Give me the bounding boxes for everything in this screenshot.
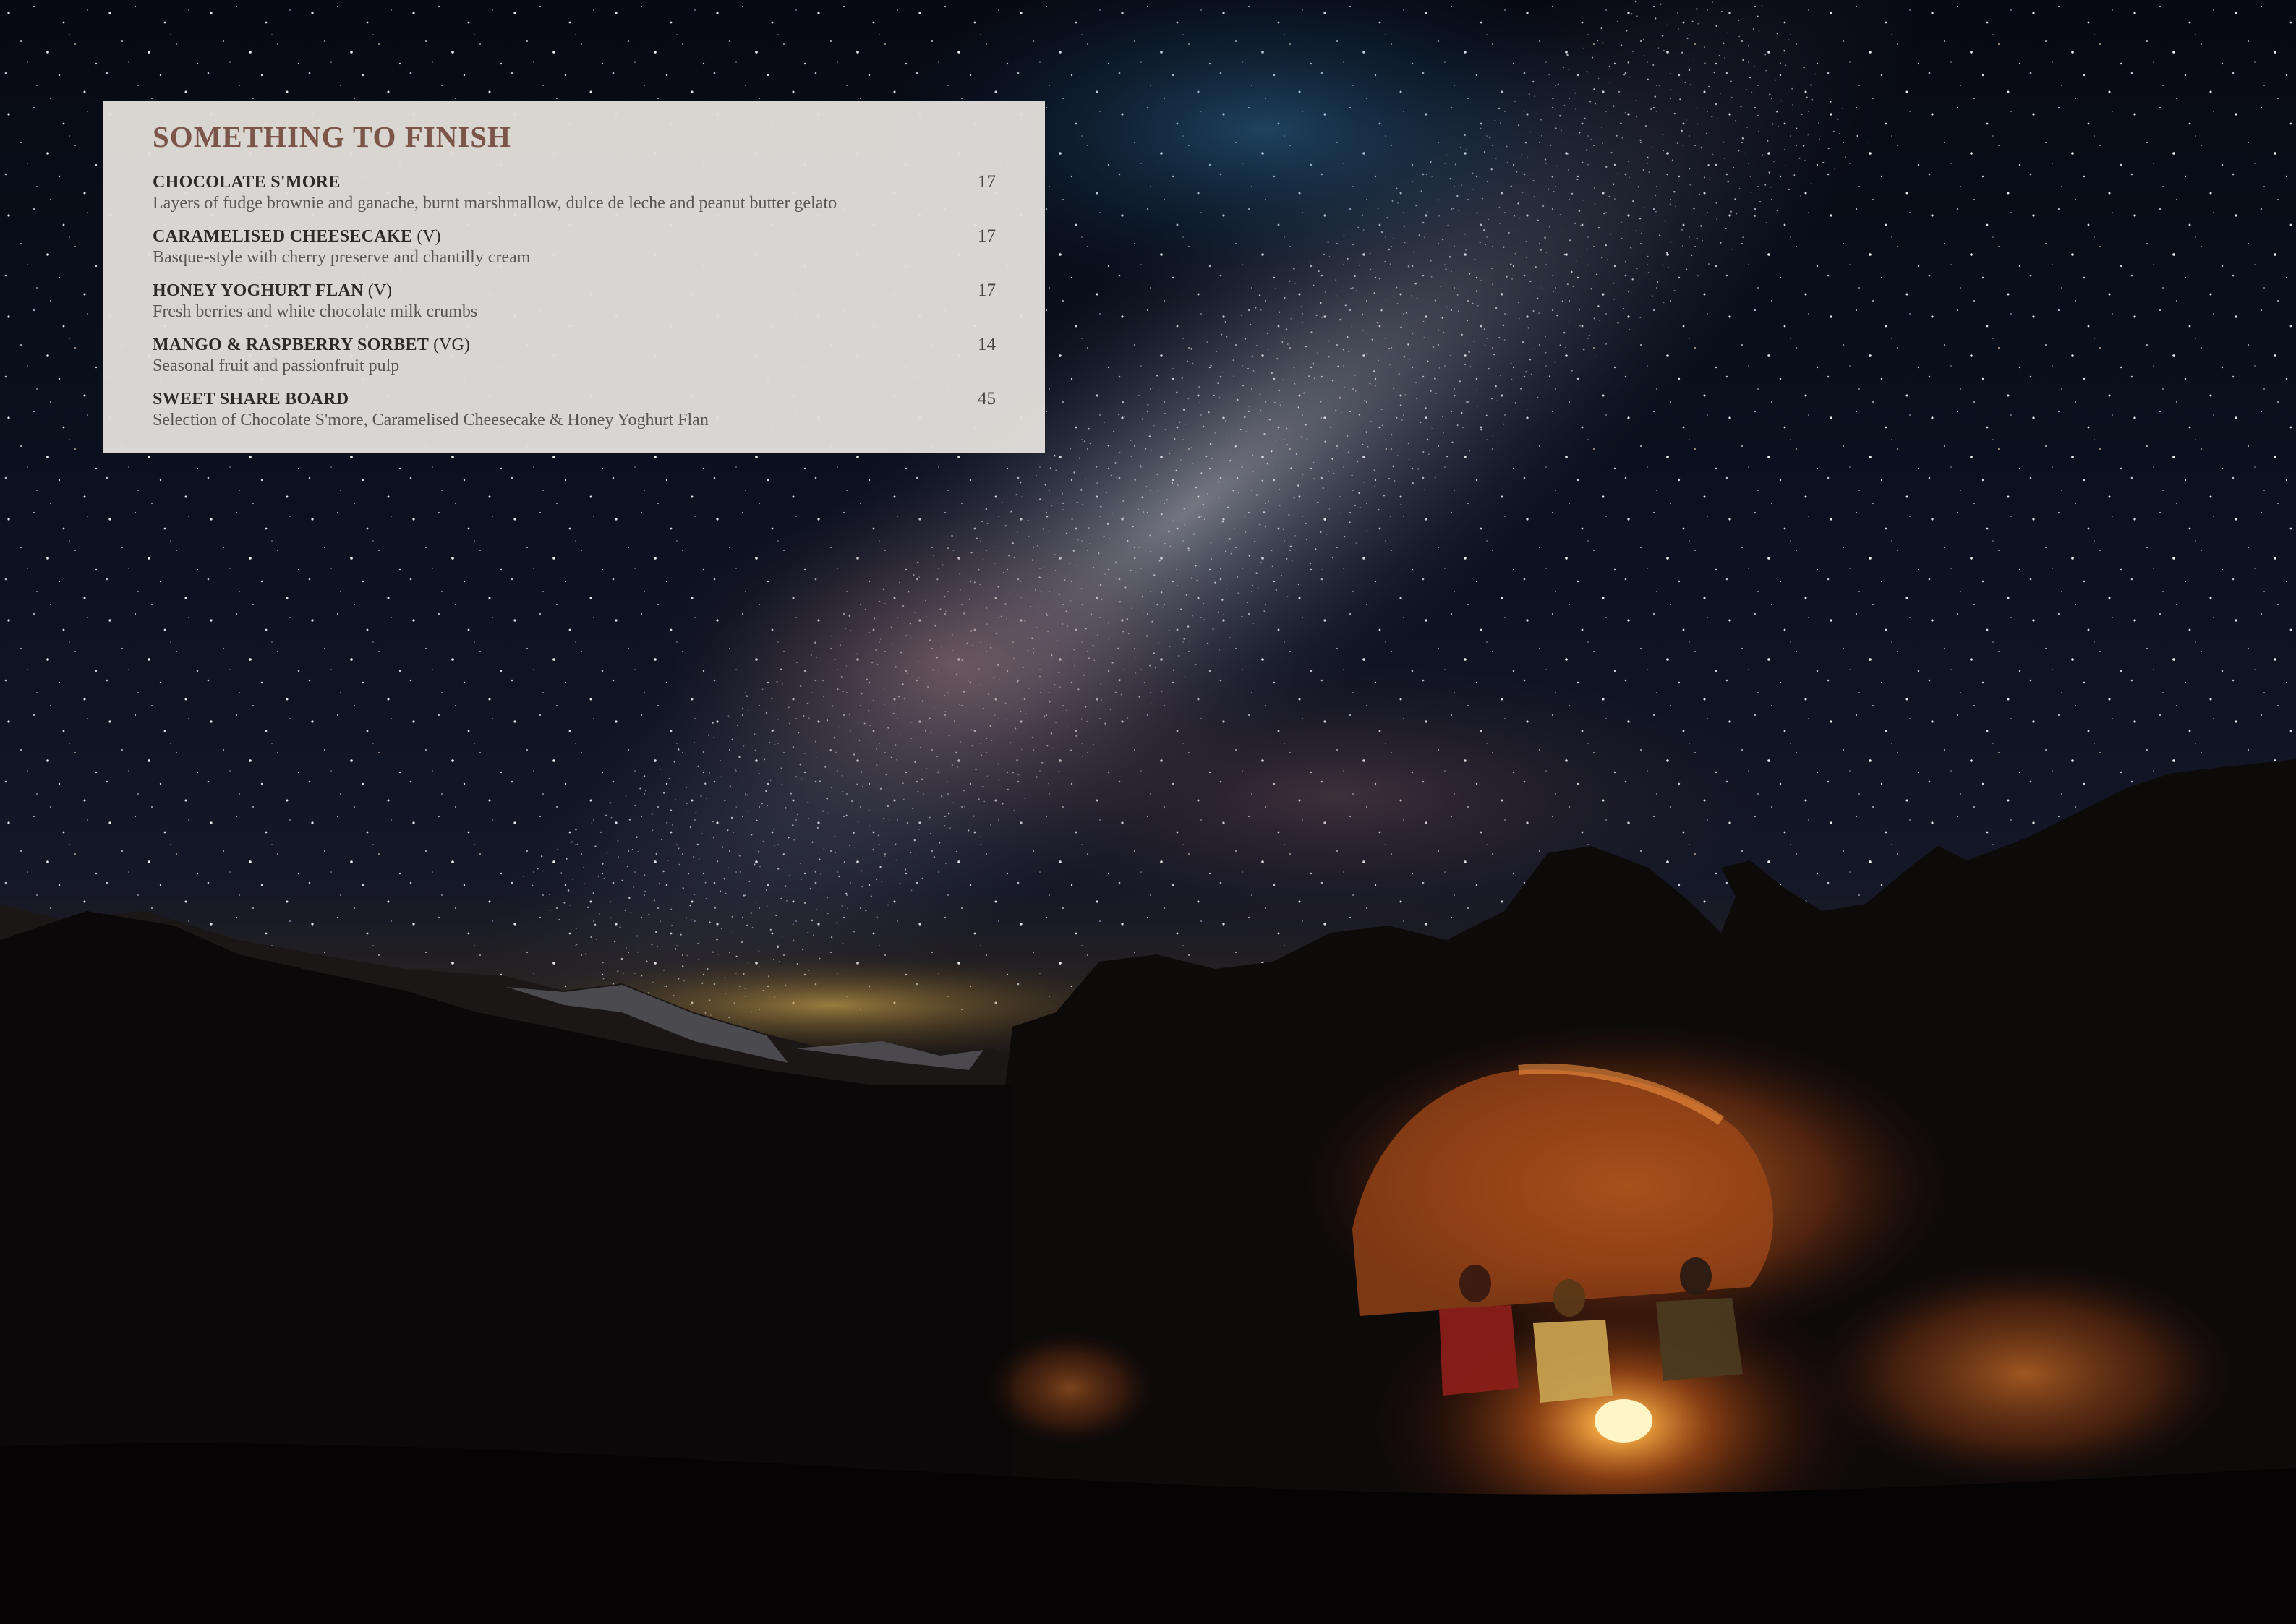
item-name: SWEET SHARE BOARD <box>153 390 349 409</box>
section-title: SOMETHING TO FINISH <box>153 120 511 153</box>
item-name: CHOCOLATE S'MORE <box>153 173 341 192</box>
item-price: 17 <box>978 226 996 246</box>
item-price: 14 <box>978 335 996 354</box>
item-dietary-tag: (V) <box>367 281 393 300</box>
item-name-line: HONEY YOGHURT FLAN (V) <box>153 280 996 302</box>
item-price: 45 <box>978 389 996 409</box>
item-dietary-tag: (VG) <box>433 336 470 354</box>
menu-item-chocolate-smore: CHOCOLATE S'MORE Layers of fudge brownie… <box>153 171 996 226</box>
item-description: Selection of Chocolate S'more, Caramelis… <box>153 411 709 429</box>
dessert-menu-panel: SOMETHING TO FINISH CHOCOLATE S'MORE Lay… <box>103 101 1045 453</box>
item-description: Layers of fudge brownie and ganache, bur… <box>153 194 837 213</box>
menu-item-honey-yoghurt-flan: HONEY YOGHURT FLAN (V) Fresh berries and … <box>153 280 996 334</box>
item-name: CARAMELISED CHEESECAKE <box>153 227 413 246</box>
item-name-line: CHOCOLATE S'MORE <box>153 171 996 193</box>
item-name: MANGO & RASPBERRY SORBET <box>153 336 430 354</box>
item-description: Basque-style with cherry preserve and ch… <box>153 248 531 267</box>
item-name-line: MANGO & RASPBERRY SORBET (VG) <box>153 334 996 356</box>
item-name-line: SWEET SHARE BOARD <box>153 388 996 410</box>
item-name: HONEY YOGHURT FLAN <box>153 281 364 300</box>
item-dietary-tag: (V) <box>417 227 441 246</box>
item-price: 17 <box>978 172 996 192</box>
item-description: Seasonal fruit and passionfruit pulp <box>153 356 400 375</box>
item-description: Fresh berries and white chocolate milk c… <box>153 302 478 321</box>
dessert-list: CHOCOLATE S'MORE Layers of fudge brownie… <box>153 171 996 443</box>
item-name-line: CARAMELISED CHEESECAKE (V) <box>153 226 996 247</box>
item-price: 17 <box>978 281 996 300</box>
menu-item-mango-raspberry-sorbet: MANGO & RASPBERRY SORBET (VG) Seasonal fr… <box>153 334 996 388</box>
menu-item-sweet-share-board: SWEET SHARE BOARD Selection of Chocolate… <box>153 388 996 443</box>
menu-item-caramelised-cheesecake: CARAMELISED CHEESECAKE (V) Basque-style w… <box>153 226 996 280</box>
